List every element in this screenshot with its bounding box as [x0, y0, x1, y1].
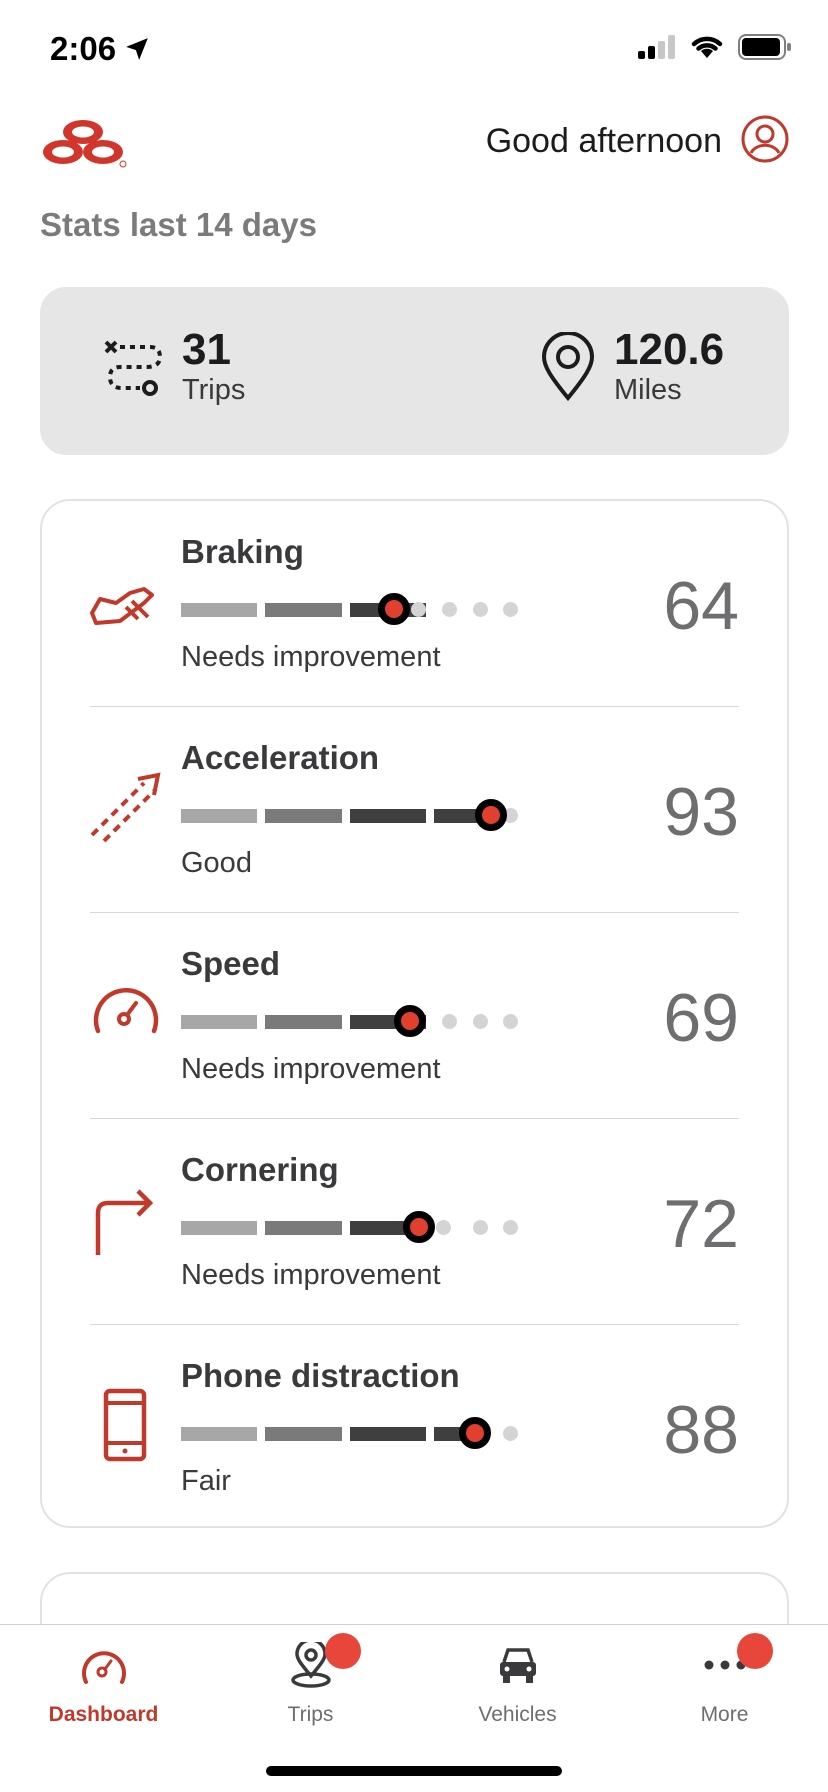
notification-badge: [325, 1633, 361, 1669]
metric-score: 88: [663, 1392, 739, 1468]
greeting-text: Good afternoon: [485, 122, 722, 160]
summary-card: 31 Trips 120.6 Miles: [40, 287, 789, 455]
score-marker: [394, 1005, 426, 1037]
metric-name: Acceleration: [181, 739, 380, 776]
metric-score: 93: [663, 774, 739, 850]
metric-status: Needs improvement: [181, 1259, 441, 1291]
score-bar: [181, 1413, 521, 1453]
metric-status: Fair: [181, 1465, 231, 1497]
phone-icon: [103, 1388, 147, 1462]
score-marker: [378, 593, 410, 625]
metric-score: 64: [663, 568, 739, 644]
trips-label: Trips: [182, 374, 246, 406]
brand-logo: [43, 120, 127, 168]
wifi-icon: [691, 36, 723, 58]
trips-count: 31: [182, 325, 231, 374]
tab-label: More: [700, 1703, 749, 1726]
braking-icon: [90, 587, 154, 625]
score-bar: [181, 1207, 521, 1247]
location-arrow-icon: [126, 38, 148, 60]
score-bar: [181, 795, 521, 835]
metric-score: 69: [663, 980, 739, 1056]
score-bar: [181, 589, 521, 629]
notification-badge: [737, 1633, 773, 1669]
tab-label: Trips: [287, 1703, 334, 1726]
driving-score-card: Braking Needs improvement 64 Acceleratio…: [40, 499, 789, 1528]
status-time-label: 2:06: [50, 30, 117, 67]
metric-score: 72: [663, 1186, 739, 1262]
score-marker: [475, 799, 507, 831]
metric-row-acceleration[interactable]: Acceleration Good 93: [42, 707, 787, 913]
metric-name: Speed: [181, 945, 281, 982]
acceleration-icon: [90, 772, 161, 843]
tab-label: Vehicles: [478, 1703, 557, 1726]
metric-row-braking[interactable]: Braking Needs improvement 64: [42, 501, 787, 707]
stats-title: Stats last 14 days: [40, 206, 317, 243]
metric-row-phone-distraction[interactable]: Phone distraction Fair 88: [42, 1325, 787, 1531]
profile-icon[interactable]: [740, 114, 790, 164]
metric-name: Phone distraction: [181, 1357, 460, 1394]
metric-name: Braking: [181, 533, 304, 570]
score-marker: [403, 1211, 435, 1243]
metric-row-speed[interactable]: Speed Needs improvement 69: [42, 913, 787, 1119]
car-icon: [499, 1648, 536, 1683]
metric-row-cornering[interactable]: Cornering Needs improvement 72: [42, 1119, 787, 1325]
home-indicator: [266, 1766, 562, 1776]
metric-status: Needs improvement: [181, 641, 441, 673]
turn-right-icon: [95, 1189, 154, 1255]
tab-dashboard[interactable]: Dashboard: [0, 1641, 207, 1727]
tab-label: Dashboard: [48, 1703, 159, 1726]
trips-summary: 31 Trips: [100, 327, 245, 407]
status-bar: 2:06: [0, 0, 828, 100]
header: Good afternoon: [0, 108, 828, 178]
location-pin-icon: [541, 332, 595, 402]
tab-more[interactable]: More: [621, 1633, 828, 1727]
score-marker: [459, 1417, 491, 1449]
battery-icon: [738, 34, 791, 60]
score-bar: [181, 1001, 521, 1041]
tab-vehicles[interactable]: Vehicles: [414, 1641, 621, 1727]
speedometer-icon: [93, 987, 159, 1034]
dashboard-icon: [81, 1651, 126, 1684]
trips-route-icon: [104, 340, 163, 396]
miles-summary: 120.6 Miles: [540, 327, 724, 407]
metric-status: Good: [181, 847, 252, 879]
status-time: 2:06: [50, 30, 150, 68]
miles-label: Miles: [614, 374, 682, 406]
metric-status: Needs improvement: [181, 1053, 441, 1085]
metric-name: Cornering: [181, 1151, 339, 1188]
status-indicators: [638, 34, 792, 60]
miles-count: 120.6: [614, 325, 725, 374]
cellular-signal-icon: [638, 35, 675, 59]
tab-trips[interactable]: Trips: [207, 1633, 414, 1727]
